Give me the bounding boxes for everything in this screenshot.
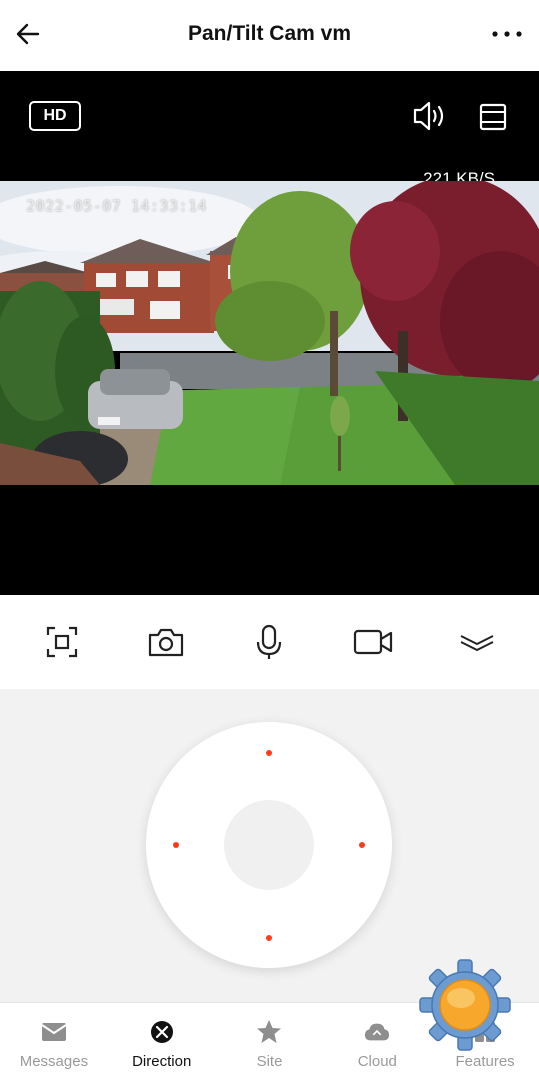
screenshot-frame-icon — [46, 626, 77, 658]
camera-icon — [148, 628, 183, 657]
pan-left-button[interactable] — [173, 842, 179, 848]
more-button[interactable] — [487, 16, 527, 52]
nav-label-messages: Messages — [19, 1053, 89, 1070]
video-record-icon — [354, 629, 393, 655]
nav-item-site[interactable]: Site — [216, 1003, 324, 1080]
collapse-button[interactable] — [449, 614, 505, 670]
envelope-icon — [41, 1019, 67, 1045]
snapshot-button[interactable] — [138, 614, 194, 670]
pan-down-button[interactable] — [266, 935, 272, 941]
direction-pad[interactable] — [146, 722, 392, 968]
direction-icon — [149, 1019, 175, 1045]
nav-item-messages[interactable]: Messages — [0, 1003, 108, 1080]
page-title: Pan/Tilt Cam vm — [188, 22, 351, 45]
video-timestamp: 2022-05-07 14:33:14 — [26, 197, 208, 215]
nav-label-features: Features — [455, 1053, 515, 1070]
floating-gear-icon[interactable] — [416, 956, 514, 1054]
microphone-icon — [257, 624, 282, 659]
camera-feed-image: 2022-05-07 14:33:14 — [0, 181, 539, 485]
direction-pad-center[interactable] — [224, 800, 314, 890]
video-player[interactable]: HD 221 KB/S 2022-05-07 14:33:14 — [0, 71, 539, 595]
fullscreen-button[interactable] — [34, 614, 90, 670]
nav-label-site: Site — [256, 1053, 283, 1070]
talk-button[interactable] — [241, 614, 297, 670]
nav-item-direction[interactable]: Direction — [108, 1003, 216, 1080]
star-icon — [256, 1019, 282, 1045]
more-dots-icon — [492, 31, 522, 37]
pan-up-button[interactable] — [266, 750, 272, 756]
nav-label-direction: Direction — [132, 1053, 192, 1070]
collapse-chevron-icon — [460, 635, 494, 651]
hd-toggle-button[interactable]: HD — [29, 101, 81, 131]
app-header: Pan/Tilt Cam vm — [0, 0, 539, 71]
layout-toggle-icon[interactable] — [476, 100, 510, 134]
nav-label-cloud: Cloud — [357, 1053, 397, 1070]
record-button[interactable] — [345, 614, 401, 670]
camera-toolbar — [0, 595, 539, 689]
cloud-icon — [364, 1019, 390, 1045]
speaker-icon[interactable] — [410, 98, 450, 134]
pan-right-button[interactable] — [359, 842, 365, 848]
